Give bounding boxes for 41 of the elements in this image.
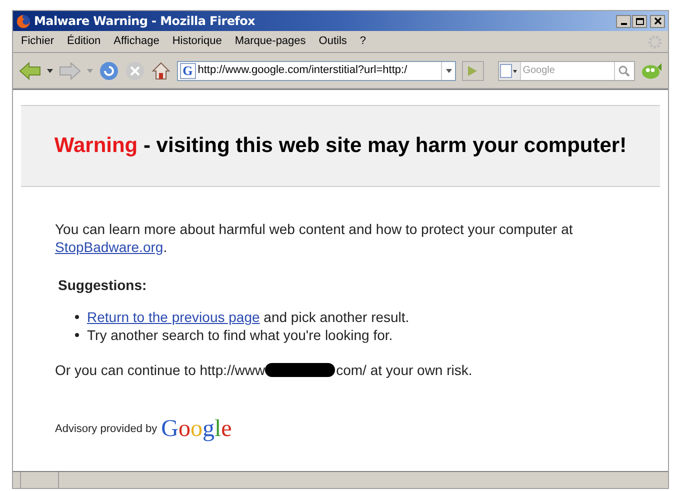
firefox-logo-icon bbox=[16, 14, 31, 28]
link[interactable]: StopBadware.org bbox=[55, 239, 164, 255]
continue-text: Or you can continue to http://www bbox=[55, 361, 266, 379]
minimize-button[interactable] bbox=[616, 14, 631, 28]
reload-button[interactable] bbox=[98, 60, 119, 80]
menu-item[interactable]: Édition bbox=[67, 33, 101, 50]
continue-text: com/ at your own risk. bbox=[336, 361, 472, 379]
suggestion-text: Try another search to find what you're looking for. bbox=[87, 326, 393, 344]
redaction-mark bbox=[265, 363, 336, 377]
close-button[interactable] bbox=[650, 14, 665, 28]
caret-icon[interactable] bbox=[47, 68, 53, 72]
search-field[interactable]: Google bbox=[498, 60, 634, 80]
lizard-icon[interactable] bbox=[640, 60, 662, 80]
bullet-icon bbox=[75, 333, 79, 337]
suggestions-heading: Suggestions: bbox=[58, 276, 148, 294]
maximize-button[interactable] bbox=[632, 14, 647, 28]
link[interactable]: Return to the previous page bbox=[87, 309, 260, 325]
menu-item[interactable]: Historique bbox=[172, 33, 222, 50]
forward-button[interactable] bbox=[58, 62, 81, 80]
window-title: Malware Warning - Mozilla Firefox bbox=[34, 13, 255, 30]
play-icon bbox=[468, 66, 478, 76]
back-button[interactable] bbox=[19, 62, 41, 80]
suggestion-text: Return to the previous page and pick another result. bbox=[87, 308, 410, 326]
intro-paragraph: You can learn more about harmful web content and how to protect your computer at StopBadware.org. bbox=[55, 220, 574, 256]
site-favicon-icon: G bbox=[180, 62, 196, 78]
close-icon bbox=[654, 17, 662, 25]
google-logo: Google bbox=[161, 417, 232, 441]
warning-heading: Warning - visiting this web site may harm your computer! bbox=[54, 133, 627, 160]
search-engine-icon[interactable] bbox=[498, 62, 521, 80]
home-button[interactable] bbox=[150, 60, 171, 80]
menu-item[interactable]: Fichier bbox=[21, 33, 54, 50]
search-input[interactable]: Google bbox=[520, 63, 607, 78]
advisory-text: Advisory provided by bbox=[55, 422, 158, 437]
bullet-icon bbox=[75, 315, 79, 319]
menu-item[interactable]: ? bbox=[360, 33, 366, 50]
menu-item[interactable]: Marque-pages bbox=[234, 33, 306, 50]
menu-item[interactable]: Affichage bbox=[114, 33, 160, 50]
stop-button[interactable] bbox=[124, 60, 145, 80]
address-field[interactable]: G http://www.google.com/interstitial?url=http:/ bbox=[176, 60, 456, 80]
menu-item[interactable]: Outils bbox=[318, 33, 347, 50]
throbber-icon bbox=[648, 34, 662, 48]
